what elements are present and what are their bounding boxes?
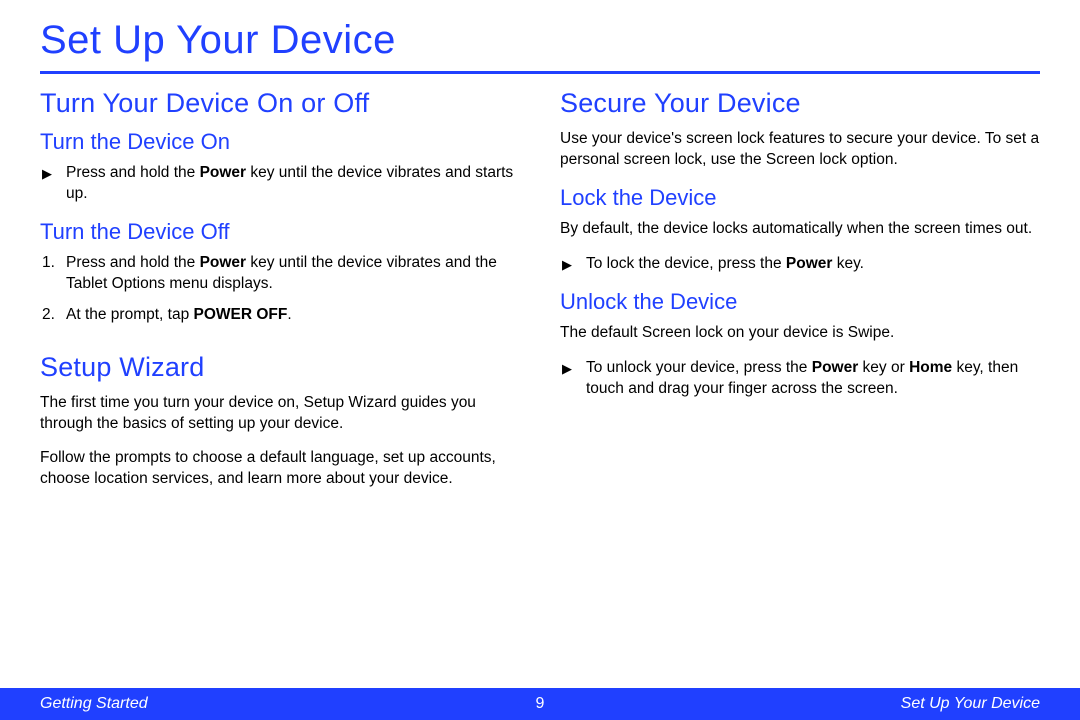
numbered-item: 1. Press and hold the Power key until th… (40, 253, 520, 295)
section-turn-on-off: Turn Your Device On or Off (40, 88, 520, 119)
bold-text: Power (812, 359, 859, 376)
text: To lock the device, press the (586, 255, 786, 272)
bullet-item: ▶ To unlock your device, press the Power… (560, 358, 1040, 400)
paragraph: The default Screen lock on your device i… (560, 323, 1040, 344)
bullet-item: ▶ Press and hold the Power key until the… (40, 163, 520, 205)
bold-text: Power (200, 164, 247, 181)
text: To unlock your device, press the (586, 359, 812, 376)
page-number: 9 (536, 695, 545, 713)
subsection-turn-on: Turn the Device On (40, 129, 520, 155)
paragraph: Follow the prompts to choose a default l… (40, 448, 520, 490)
bold-text: POWER OFF (194, 306, 288, 323)
subsection-unlock: Unlock the Device (560, 289, 1040, 315)
right-column: Secure Your Device Use your device's scr… (560, 88, 1040, 504)
subsection-lock: Lock the Device (560, 185, 1040, 211)
paragraph: Use your device's screen lock features t… (560, 129, 1040, 171)
text: key or (858, 359, 909, 376)
text: Press and hold the (66, 254, 200, 271)
paragraph: By default, the device locks automatical… (560, 219, 1040, 240)
footer-section-name: Getting Started (40, 695, 148, 713)
left-column: Turn Your Device On or Off Turn the Devi… (40, 88, 520, 504)
subsection-turn-off: Turn the Device Off (40, 219, 520, 245)
text: key. (832, 255, 864, 272)
bullet-item: ▶ To lock the device, press the Power ke… (560, 254, 1040, 275)
text: Press and hold the (66, 164, 200, 181)
paragraph: The first time you turn your device on, … (40, 393, 520, 435)
bold-text: Power (200, 254, 247, 271)
page-footer: Getting Started 9 Set Up Your Device (0, 688, 1080, 720)
page-title: Set Up Your Device (40, 18, 1040, 74)
bold-text: Home (909, 359, 952, 376)
bold-text: Power (786, 255, 833, 272)
section-setup-wizard: Setup Wizard (40, 352, 520, 383)
numbered-item: 2. At the prompt, tap POWER OFF. (40, 305, 520, 326)
section-secure-device: Secure Your Device (560, 88, 1040, 119)
footer-topic-name: Set Up Your Device (901, 695, 1040, 713)
text: At the prompt, tap (66, 306, 194, 323)
triangle-icon: ▶ (42, 166, 52, 181)
text: . (287, 306, 291, 323)
triangle-icon: ▶ (562, 257, 572, 272)
content-columns: Turn Your Device On or Off Turn the Devi… (40, 88, 1040, 504)
triangle-icon: ▶ (562, 361, 572, 376)
